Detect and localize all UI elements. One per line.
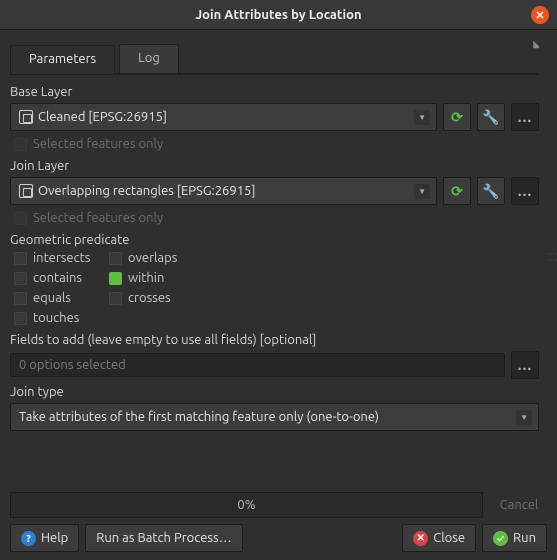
dots-icon: … [518,109,533,125]
predicate-contains-checkbox[interactable] [14,272,27,285]
predicate-equals-label: equals [33,291,71,305]
window-title: Join Attributes by Location [195,8,361,22]
join-type-label: Join type [10,385,539,399]
wrench-icon: 🔧 [482,183,499,200]
predicate-crosses-checkbox[interactable] [109,292,122,305]
dialog-body: Parameters Log ◣ Base Layer Cleaned [EPS… [10,38,539,480]
base-selected-only-checkbox [14,138,27,151]
button-bar: ? Help Run as Batch Process… ✕ Close ✓ R… [10,524,547,552]
close-icon: ✕ [413,531,428,546]
run-button[interactable]: ✓ Run [482,524,547,552]
dots-icon: … [518,183,533,199]
polygon-layer-icon [19,184,33,198]
base-layer-select[interactable]: Cleaned [EPSG:26915] [10,103,437,131]
wrench-icon: 🔧 [482,109,499,126]
join-advanced-button[interactable]: 🔧 [477,177,505,205]
iterate-icon: ⟳ [451,183,463,200]
predicate-intersects-label: intersects [33,251,90,265]
predicate-overlaps-checkbox[interactable] [109,252,122,265]
parameters-panel: Base Layer Cleaned [EPSG:26915] ⟳ 🔧 … Se… [10,75,539,431]
fields-input[interactable]: 0 options selected [10,353,505,377]
predicate-grid: intersects overlaps contains within equa… [14,251,539,325]
tab-parameters[interactable]: Parameters [10,45,115,74]
predicate-touches-label: touches [33,311,79,325]
base-layer-row: Cleaned [EPSG:26915] ⟳ 🔧 … [10,103,539,131]
predicate-intersects-checkbox[interactable] [14,252,27,265]
title-bar: Join Attributes by Location ✕ [0,0,557,30]
iterate-icon: ⟳ [451,109,463,126]
tab-log[interactable]: Log [119,44,179,73]
polygon-layer-icon [19,110,33,124]
predicate-within-label: within [128,271,164,285]
join-selected-only-checkbox [14,212,27,225]
tab-bar: Parameters Log ◣ [10,44,539,75]
base-browse-button[interactable]: … [511,103,539,131]
fields-row: 0 options selected … [10,351,539,379]
window-close-button[interactable]: ✕ [531,6,549,24]
join-type-value: Take attributes of the first matching fe… [19,410,379,424]
join-layer-label: Join Layer [10,159,539,173]
panel-resize-handle[interactable]: ⋮⋮ [548,250,557,262]
help-label: Help [41,531,68,545]
join-selected-only-row: Selected features only [14,211,539,225]
base-selected-only-label: Selected features only [33,137,163,151]
fields-browse-button[interactable]: … [511,351,539,379]
run-icon: ✓ [493,531,508,546]
base-layer-value: Cleaned [EPSG:26915] [38,110,167,124]
progress-area: 0% Cancel [10,492,547,518]
dots-icon: … [518,357,533,373]
progress-bar: 0% [10,492,483,518]
run-label: Run [513,531,536,545]
join-selected-only-label: Selected features only [33,211,163,225]
predicate-touches-checkbox[interactable] [14,312,27,325]
join-iterate-button[interactable]: ⟳ [443,177,471,205]
base-advanced-button[interactable]: 🔧 [477,103,505,131]
cancel-button: Cancel [491,492,547,518]
fields-label: Fields to add (leave empty to use all fi… [10,333,539,347]
predicate-crosses-label: crosses [128,291,171,305]
base-iterate-button[interactable]: ⟳ [443,103,471,131]
join-browse-button[interactable]: … [511,177,539,205]
join-layer-value: Overlapping rectangles [EPSG:26915] [38,184,255,198]
close-button[interactable]: ✕ Close [402,524,476,552]
help-button[interactable]: ? Help [10,524,79,552]
join-layer-select[interactable]: Overlapping rectangles [EPSG:26915] [10,177,437,205]
predicate-within-checkbox[interactable] [109,272,122,285]
detach-panel-icon[interactable]: ◣ [533,38,539,50]
predicate-equals-checkbox[interactable] [14,292,27,305]
batch-button[interactable]: Run as Batch Process… [85,524,242,552]
predicate-contains-label: contains [33,271,82,285]
predicate-label: Geometric predicate [10,233,539,247]
predicate-overlaps-label: overlaps [128,251,177,265]
base-selected-only-row: Selected features only [14,137,539,151]
close-label: Close [433,531,465,545]
close-icon: ✕ [535,9,544,22]
join-layer-row: Overlapping rectangles [EPSG:26915] ⟳ 🔧 … [10,177,539,205]
base-layer-label: Base Layer [10,85,539,99]
join-type-select[interactable]: Take attributes of the first matching fe… [10,403,539,431]
help-icon: ? [21,531,36,546]
